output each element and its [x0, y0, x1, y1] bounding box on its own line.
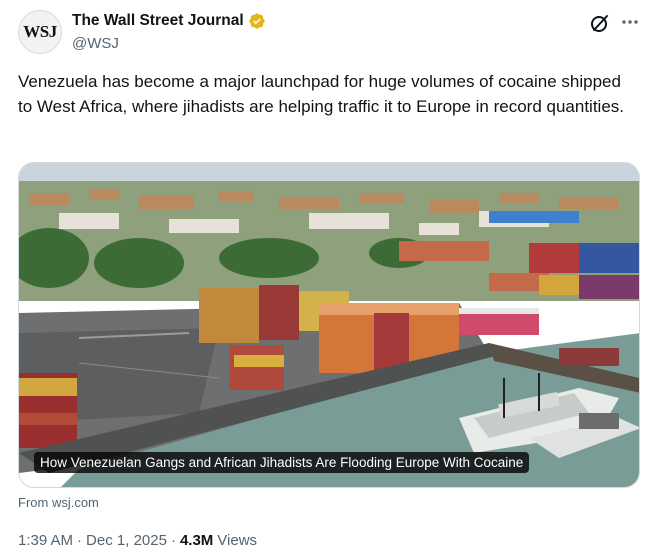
tweet-date[interactable]: Dec 1, 2025	[86, 532, 167, 549]
author-handle[interactable]: @WSJ	[72, 35, 119, 52]
link-source[interactable]: From wsj.com	[18, 495, 99, 510]
tweet-text: Venezuela has become a major launchpad f…	[18, 72, 625, 116]
avatar-logo-text: WSJ	[23, 22, 57, 41]
author-display-name[interactable]: The Wall Street Journal	[72, 12, 244, 30]
views-count: 4.3M	[179, 532, 214, 549]
author-name-row: The Wall Street Journal	[72, 12, 266, 30]
port-aerial-photo	[19, 163, 639, 487]
meta-separator: ·	[77, 532, 83, 549]
link-card-image[interactable]: How Venezuelan Gangs and African Jihadis…	[18, 162, 640, 488]
tweet-meta: 1:39 AM · Dec 1, 2025 · 4.3M Views	[18, 532, 257, 549]
grok-icon[interactable]	[588, 11, 612, 35]
meta-separator: ·	[170, 532, 176, 549]
tweet-time[interactable]: 1:39 AM	[18, 532, 73, 549]
views-label: Views	[217, 532, 258, 549]
author-avatar[interactable]: WSJ	[18, 10, 62, 54]
verified-badge-icon	[249, 13, 265, 29]
more-icon[interactable]	[618, 10, 642, 34]
link-card-caption: How Venezuelan Gangs and African Jihadis…	[34, 452, 530, 473]
